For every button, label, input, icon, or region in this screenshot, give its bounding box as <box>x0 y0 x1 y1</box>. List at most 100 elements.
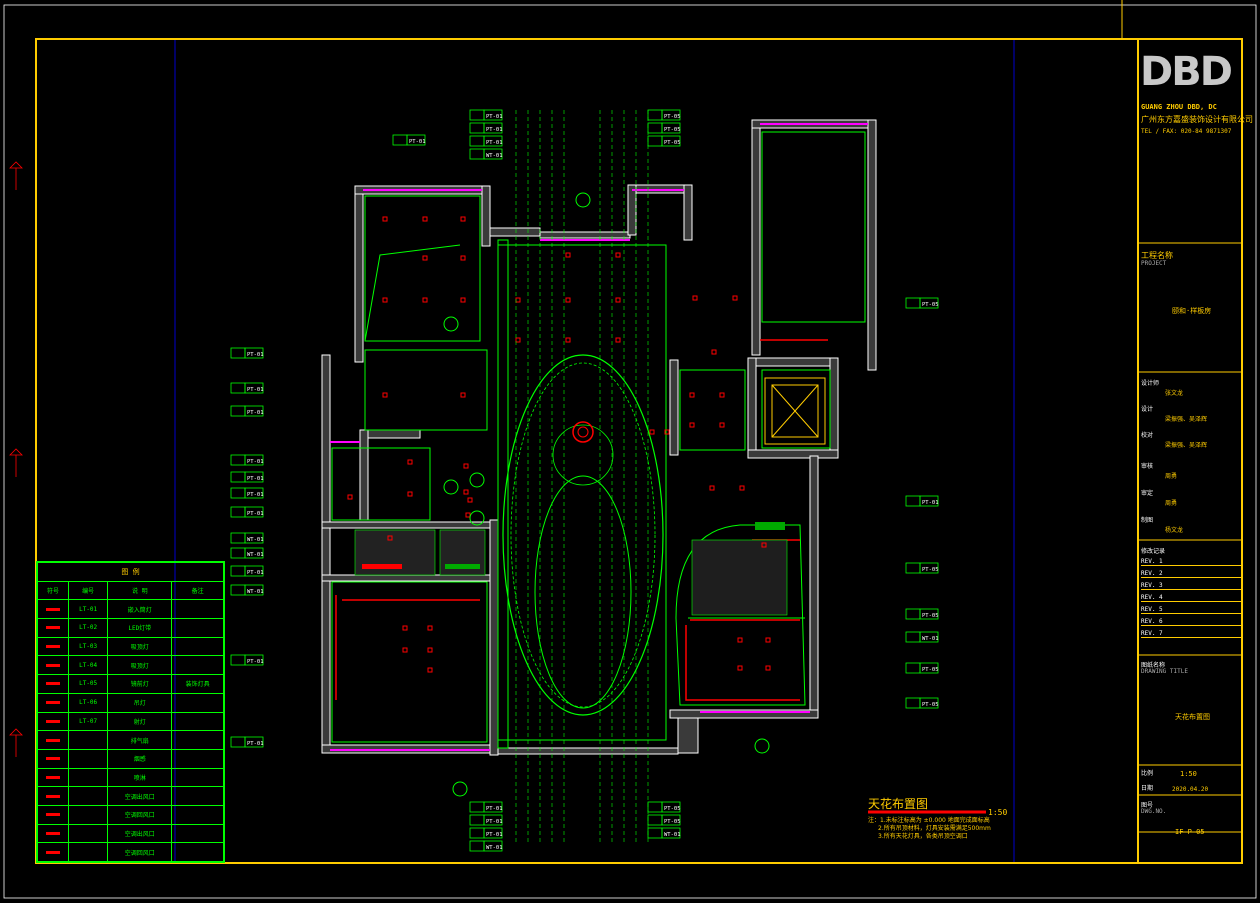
oval-ceiling <box>502 354 664 716</box>
legend-row: LT-01 嵌入筒灯 <box>37 599 224 620</box>
downlight <box>467 497 473 503</box>
legend-header-code: 编号 <box>67 580 109 601</box>
legend-note <box>171 804 224 825</box>
downlight <box>427 647 433 653</box>
tb-row-value: 周勇 <box>1165 473 1178 480</box>
dwg-no-sub: DWG.NO. <box>1141 808 1167 815</box>
revisions-label: 修改记录 <box>1141 548 1166 555</box>
tag-code: WT-01 <box>486 153 503 159</box>
legend-symbol <box>37 767 69 788</box>
tb-row-value: 梁振强、吴泽辉 <box>1165 416 1208 423</box>
tag-code: PT-05 <box>922 667 939 673</box>
legend-desc: 空调回风口 <box>107 804 173 825</box>
legend-row: 喷淋 <box>37 767 224 788</box>
legend-code <box>67 767 109 788</box>
tag-code: PT-01 <box>247 459 264 465</box>
company-name-cn: 广州东方嘉盛装饰设计有限公司 <box>1141 115 1253 124</box>
downlight <box>615 297 621 303</box>
tb-row-label: 审核 <box>1141 463 1154 470</box>
downlight <box>465 512 471 518</box>
legend-note <box>171 823 224 844</box>
legend-desc: 烟感 <box>107 748 173 769</box>
downlight <box>719 422 725 428</box>
tag-left: WT-01 <box>230 532 264 544</box>
legend-note: 装饰灯具 <box>171 674 224 694</box>
downlight <box>709 485 715 491</box>
legend-row: LT-07 射灯 <box>37 711 224 732</box>
tag-code: PT-01 <box>247 570 264 576</box>
legend-symbol <box>37 730 69 750</box>
downlight <box>402 625 408 631</box>
downlight <box>689 392 695 398</box>
tag-code: PT-01 <box>409 139 426 145</box>
tb-row-label: 设计师 <box>1141 380 1160 387</box>
legend-desc: 吸顶灯 <box>107 636 173 657</box>
downlight <box>765 637 771 643</box>
revision-row: REV. 6 <box>1141 618 1241 626</box>
tag-code: PT-01 <box>247 410 264 416</box>
legend-desc: LED灯带 <box>107 618 173 638</box>
tag-top: PT-05 <box>647 122 681 134</box>
drawing-name: 天花布置图 <box>1175 713 1210 721</box>
legend-row: 空调回风口 <box>37 804 224 825</box>
downlight <box>765 665 771 671</box>
legend-code: LT-03 <box>67 636 109 657</box>
note-1: 注：1.未标注标高为 ±0.000 地面完成面标高 <box>868 817 990 824</box>
legend-desc: 空调回风口 <box>107 842 173 862</box>
legend-note <box>171 618 224 638</box>
tag-top: PT-05 <box>647 109 681 121</box>
legend-title: 图 例 <box>37 562 224 582</box>
legend-symbol <box>37 599 69 620</box>
tag-left: PT-01 <box>230 506 264 518</box>
tag-right: PT-05 <box>905 697 939 709</box>
downlight <box>382 216 388 222</box>
legend-note <box>171 767 224 788</box>
downlight <box>382 297 388 303</box>
plan-scale: 1:50 <box>988 808 1008 817</box>
ceiling-outlines <box>331 131 866 749</box>
downlight <box>427 667 433 673</box>
downlight <box>649 429 655 435</box>
legend-code: LT-04 <box>67 655 109 676</box>
legend-note <box>171 636 224 657</box>
legend-header-note: 备注 <box>171 580 224 601</box>
downlight <box>460 216 466 222</box>
legend-header-desc: 说 明 <box>107 580 173 601</box>
company-tel: TEL / FAX: 020-84 9871307 <box>1141 128 1232 135</box>
drawing-sub: DRAWING TITLE <box>1141 668 1188 675</box>
tag-code: WT-01 <box>664 832 681 838</box>
project-sub: PROJECT <box>1141 260 1167 267</box>
downlight <box>732 295 738 301</box>
tag-code: PT-05 <box>664 127 681 133</box>
downlight <box>427 625 433 631</box>
legend-note <box>171 711 224 732</box>
legend-code: LT-01 <box>67 599 109 620</box>
legend-note <box>171 842 224 862</box>
legend-note <box>171 599 224 620</box>
tag-code: PT-05 <box>922 702 939 708</box>
tag-code: WT-01 <box>922 636 939 642</box>
legend-desc: 嵌入筒灯 <box>107 599 173 620</box>
revision-row: REV. 1 <box>1141 558 1241 566</box>
tag-top: WT-01 <box>469 148 503 160</box>
stair-detail <box>764 377 826 445</box>
downlight <box>737 637 743 643</box>
tag-left: PT-01 <box>230 487 264 499</box>
legend-note <box>171 692 224 713</box>
downlight <box>615 337 621 343</box>
legend-row: 烟感 <box>37 748 224 769</box>
company-logo: DBD <box>1140 48 1240 96</box>
legend-desc: 空调出风口 <box>107 786 173 806</box>
tag-code: PT-01 <box>247 511 264 517</box>
legend-symbol <box>37 674 69 694</box>
tb-row-label: 设计 <box>1141 406 1154 413</box>
downlight <box>565 297 571 303</box>
plan-notes: 注：1.未标注标高为 ±0.000 地面完成面标高 2.所有吊顶材料，灯具安装需… <box>868 817 991 841</box>
legend-code: LT-02 <box>67 618 109 638</box>
note-2: 2.所有吊顶材料，灯具安装需满足500mm <box>878 825 991 832</box>
legend-table: 图 例 符号 编号 说 明 备注 LT-01 嵌入筒灯 LT-02 LED灯带 LT-0… <box>36 561 225 863</box>
tag-bottom: PT-01 <box>469 827 503 839</box>
tag-code: WT-01 <box>247 537 264 543</box>
logo-text: DBD <box>1140 49 1233 95</box>
date-label: 日期 <box>1141 785 1154 792</box>
